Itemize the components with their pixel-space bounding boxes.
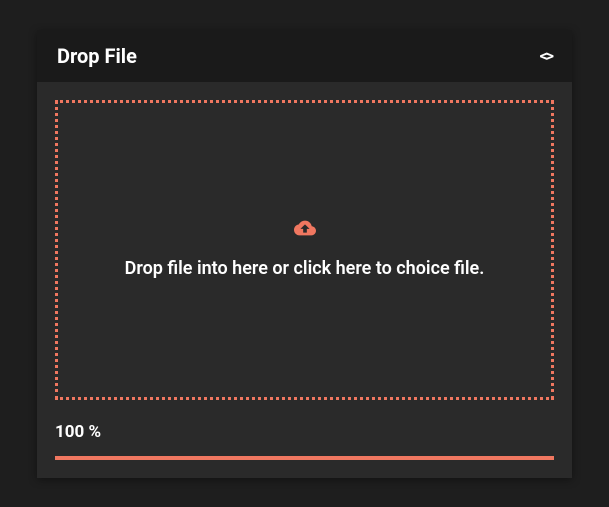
cloud-upload-icon [294, 220, 316, 240]
card-body: Drop file into here or click here to cho… [37, 82, 572, 478]
progress-fill [55, 456, 554, 460]
progress-bar [55, 456, 554, 460]
card-header: Drop File <> [37, 30, 572, 82]
code-toggle-icon[interactable]: <> [540, 46, 552, 65]
progress-label: 100 % [55, 422, 554, 442]
progress-section: 100 % [55, 422, 554, 460]
file-dropzone[interactable]: Drop file into here or click here to cho… [55, 100, 554, 400]
drop-file-card: Drop File <> Drop file into here or clic… [37, 30, 572, 478]
dropzone-text: Drop file into here or click here to cho… [125, 258, 485, 279]
card-title: Drop File [57, 44, 137, 68]
